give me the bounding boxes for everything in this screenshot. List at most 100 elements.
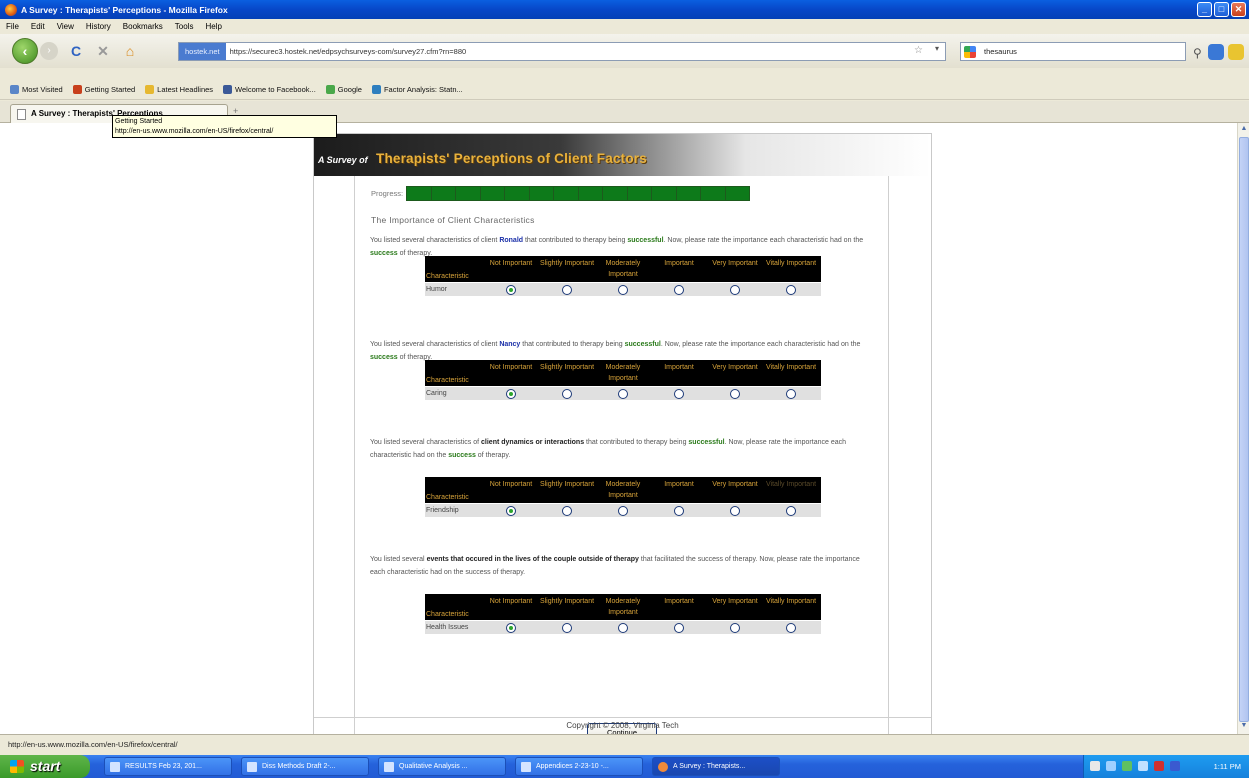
- taskbar-item[interactable]: Diss Methods Draft 2-...: [241, 757, 369, 776]
- progress-segment: [456, 187, 480, 200]
- search-engine-icon[interactable]: [964, 45, 976, 58]
- emphasis-text: successful: [688, 439, 725, 446]
- rating-radio[interactable]: [730, 284, 740, 295]
- tray-icon[interactable]: [1090, 761, 1100, 771]
- banner-prefix: A Survey of: [318, 155, 368, 165]
- stop-icon[interactable]: ✕: [94, 42, 112, 60]
- menu-view[interactable]: View: [57, 22, 74, 31]
- skype-icon[interactable]: [1208, 44, 1224, 60]
- network-icon[interactable]: [1138, 761, 1148, 771]
- taskbar: start RESULTS Feb 23, 201... Diss Method…: [0, 755, 1249, 778]
- home-icon[interactable]: ⌂: [121, 42, 139, 60]
- document-icon: [521, 762, 531, 772]
- search-bar[interactable]: thesaurus: [960, 42, 1186, 61]
- maximize-button[interactable]: □: [1214, 2, 1229, 17]
- bookmark-facebook[interactable]: Welcome to Facebook...: [223, 85, 316, 94]
- rating-table: Characteristic Not Important Slightly Impo…: [425, 594, 821, 634]
- rating-radio[interactable]: [562, 622, 572, 633]
- bookmark-getting-started[interactable]: Getting Started: [72, 85, 135, 94]
- question-text-segment: You listed several characteristics of cl…: [370, 237, 500, 244]
- rss-feed-icon: [145, 85, 155, 94]
- rating-option-cell: [483, 504, 539, 517]
- rating-radio[interactable]: [506, 284, 516, 295]
- rating-option-cell: [707, 387, 763, 400]
- rating-radio[interactable]: [674, 388, 684, 399]
- rating-radio[interactable]: [506, 622, 516, 633]
- search-input[interactable]: thesaurus: [976, 47, 1017, 56]
- url-text[interactable]: https://securec3.hostek.net/edpsychsurve…: [226, 47, 467, 56]
- bookmark-google[interactable]: Google: [325, 85, 362, 94]
- close-button[interactable]: ✕: [1231, 2, 1246, 17]
- window-title: A Survey : Therapists' Perceptions - Moz…: [21, 4, 228, 15]
- rating-radio[interactable]: [730, 388, 740, 399]
- menu-edit[interactable]: Edit: [31, 22, 45, 31]
- characteristic-label: Humor: [426, 286, 448, 293]
- page-icon: [371, 85, 381, 94]
- url-bar[interactable]: hostek.net https://securec3.hostek.net/e…: [178, 42, 946, 61]
- question-text-segment: You listed several: [370, 556, 427, 563]
- menu-bookmarks[interactable]: Bookmarks: [123, 22, 163, 31]
- rating-radio[interactable]: [618, 505, 628, 516]
- volume-icon[interactable]: [1170, 761, 1180, 771]
- site-identity-badge[interactable]: hostek.net: [179, 43, 226, 60]
- tray-icon[interactable]: [1122, 761, 1132, 771]
- security-icon[interactable]: [1154, 761, 1164, 771]
- rating-radio[interactable]: [618, 388, 628, 399]
- tooltip-url: http://en-us.www.mozilla.com/en-US/firef…: [115, 128, 274, 135]
- bookmark-factor-analysis[interactable]: Factor Analysis: Statn...: [371, 85, 463, 94]
- reload-icon[interactable]: C: [67, 42, 85, 60]
- back-arrow-icon[interactable]: ‹: [12, 38, 38, 64]
- bookmark-most-visited[interactable]: Most Visited: [10, 85, 63, 94]
- rating-radio[interactable]: [506, 388, 516, 399]
- rating-radio[interactable]: [562, 388, 572, 399]
- toolbar-addon-icon[interactable]: [1228, 44, 1244, 60]
- forward-arrow-icon[interactable]: ›: [40, 42, 58, 60]
- menu-help[interactable]: Help: [205, 22, 221, 31]
- menu-tools[interactable]: Tools: [175, 22, 194, 31]
- firefox-icon: [5, 3, 17, 16]
- rating-option-cell: [539, 504, 595, 517]
- progress-segment: [701, 187, 725, 200]
- rating-radio[interactable]: [674, 622, 684, 633]
- taskbar-item-active[interactable]: A Survey : Therapists...: [652, 757, 780, 776]
- rating-radio[interactable]: [674, 284, 684, 295]
- document-icon: [384, 762, 394, 772]
- rating-radio[interactable]: [786, 505, 796, 516]
- taskbar-item[interactable]: Qualitative Analysis ...: [378, 757, 506, 776]
- taskbar-item[interactable]: Appendices 2-23-10 -...: [515, 757, 643, 776]
- rating-radio[interactable]: [730, 505, 740, 516]
- bookmark-star-icon[interactable]: ☆: [914, 45, 923, 56]
- rating-radio[interactable]: [730, 622, 740, 633]
- rating-radio[interactable]: [562, 505, 572, 516]
- column-header-rating: Not Important: [489, 364, 533, 371]
- url-dropdown-icon[interactable]: ▾: [935, 44, 939, 53]
- rating-option-cell: [651, 504, 707, 517]
- vertical-scrollbar[interactable]: ▲ ▼: [1237, 123, 1249, 734]
- rating-radio[interactable]: [786, 622, 796, 633]
- rating-radio[interactable]: [786, 284, 796, 295]
- rating-option-cell: [483, 283, 539, 296]
- scroll-up-icon[interactable]: ▲: [1239, 125, 1249, 135]
- column-header-rating: Very Important: [712, 481, 758, 488]
- rating-radio[interactable]: [618, 622, 628, 633]
- rating-radio[interactable]: [674, 505, 684, 516]
- menu-file[interactable]: File: [6, 22, 19, 31]
- start-button[interactable]: start: [0, 755, 90, 778]
- rating-row: Humor: [425, 282, 821, 296]
- bookmark-latest-headlines[interactable]: Latest Headlines: [145, 85, 213, 94]
- taskbar-item[interactable]: RESULTS Feb 23, 201...: [104, 757, 232, 776]
- search-icon[interactable]: ⚲: [1193, 46, 1202, 60]
- document-icon: [247, 762, 257, 772]
- scrollbar-thumb[interactable]: [1239, 137, 1249, 722]
- minimize-button[interactable]: _: [1197, 2, 1212, 17]
- tray-icon[interactable]: [1106, 761, 1116, 771]
- column-header-rating: Important: [664, 260, 694, 267]
- rating-radio[interactable]: [618, 284, 628, 295]
- rating-radio[interactable]: [562, 284, 572, 295]
- question-text-segment: that contributed to therapy being: [520, 341, 625, 348]
- rating-radio[interactable]: [506, 505, 516, 516]
- menu-history[interactable]: History: [86, 22, 111, 31]
- rating-radio[interactable]: [786, 388, 796, 399]
- scroll-down-icon[interactable]: ▼: [1239, 722, 1249, 732]
- column-header-rating: Slightly Important: [539, 481, 595, 488]
